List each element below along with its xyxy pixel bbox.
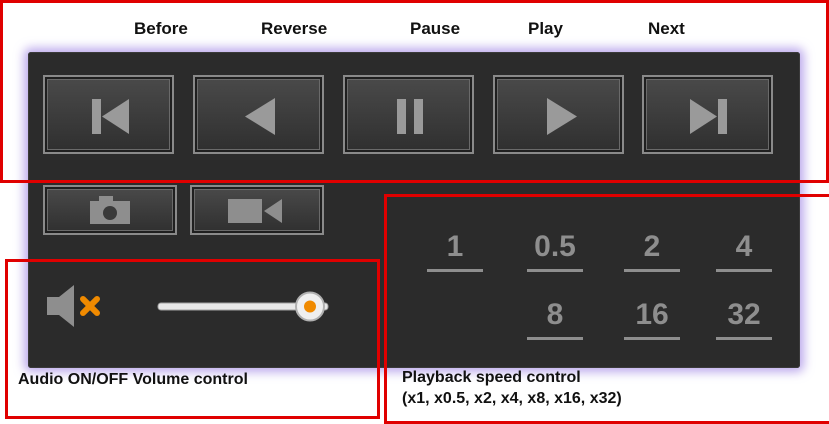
speed-caption-line1: Playback speed control [402, 369, 581, 386]
audio-caption: Audio ON/OFF Volume control [18, 371, 248, 388]
camera-icon [90, 196, 130, 224]
controls-highlight-box [0, 0, 829, 183]
audio-highlight-box [5, 259, 380, 419]
record-button[interactable] [190, 185, 324, 235]
speed-caption-line2: (x1, x0.5, x2, x4, x8, x16, x32) [402, 390, 622, 407]
snapshot-button[interactable] [43, 185, 177, 235]
video-record-icon [228, 199, 282, 223]
